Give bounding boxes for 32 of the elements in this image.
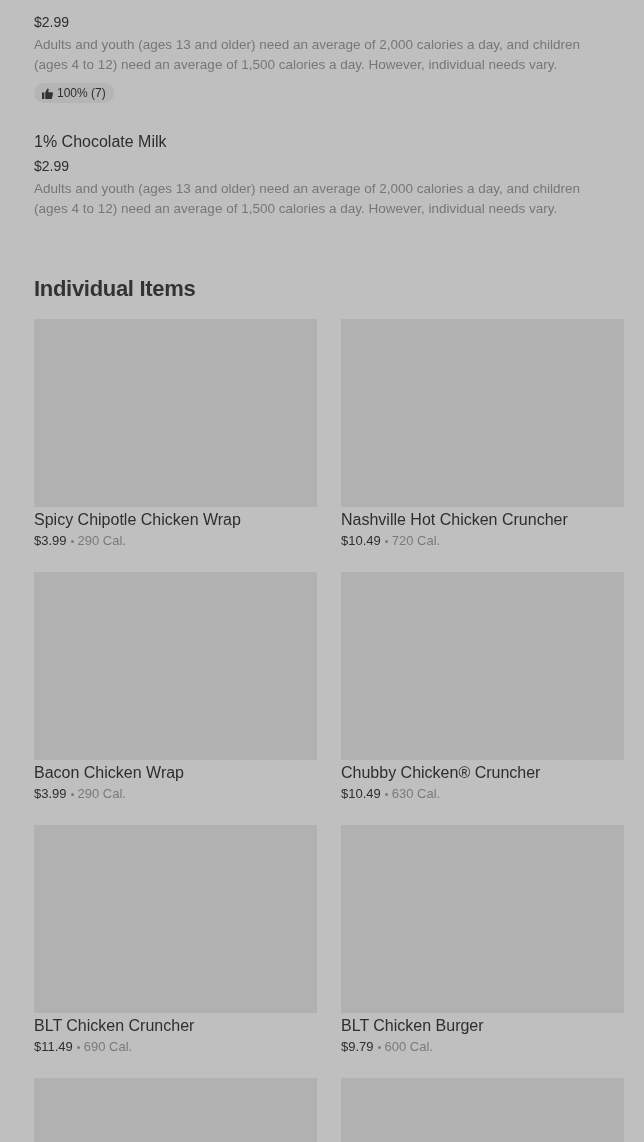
item-name[interactable]: BLT Chicken Cruncher [34,1016,317,1036]
item-name[interactable]: Nashville Hot Chicken Cruncher [341,510,624,530]
item-price: $9.79 [341,1038,374,1056]
separator-dot [384,539,388,543]
item-price: $3.99 [34,532,67,550]
item-name[interactable]: Spicy Chipotle Chicken Wrap [34,510,317,530]
separator-dot [384,792,388,796]
item-calories: 720 Cal. [391,532,441,550]
item-price: $3.99 [34,785,67,803]
item-price: $11.49 [34,1038,73,1056]
item-price: $2.99 [34,157,71,176]
item-name[interactable]: Chubby Chicken® Cruncher [341,763,624,783]
separator-dot [377,1045,381,1049]
item-name[interactable]: Bacon Chicken Wrap [34,763,317,783]
separator-dot [70,792,74,796]
section-title: Individual Items [34,275,197,303]
rating-text: 100% (7) [57,85,106,101]
separator-dot [70,539,74,543]
item-calories: 630 Cal. [391,785,441,803]
separator-dot [76,1045,80,1049]
item-price: $2.99 [34,13,71,32]
item-calories: 600 Cal. [384,1038,433,1056]
thumbs-up-icon [42,87,53,99]
item-name[interactable]: BLT Chicken Burger [341,1016,624,1036]
item-calories: 290 Cal. [77,785,126,803]
item-calories: 690 Cal. [83,1038,133,1056]
item-calories: 290 Cal. [77,532,126,550]
item-price: $10.49 [341,785,381,803]
item-price: $10.49 [341,532,381,550]
item-name[interactable]: 1% Chocolate Milk [34,131,624,153]
item-description: Adults and youth (ages 13 and older) need an average of 2,000 calories a day, and children (ages 4 to 12) need an average of 1,500 calories a day. However, individual needs vary. [34,36,582,74]
item-description: Adults and youth (ages 13 and older) need an average of 2,000 calories a day, and children (ages 4 to 12) need an average of 1,500 calories a day. However, individual needs vary. [34,180,582,218]
